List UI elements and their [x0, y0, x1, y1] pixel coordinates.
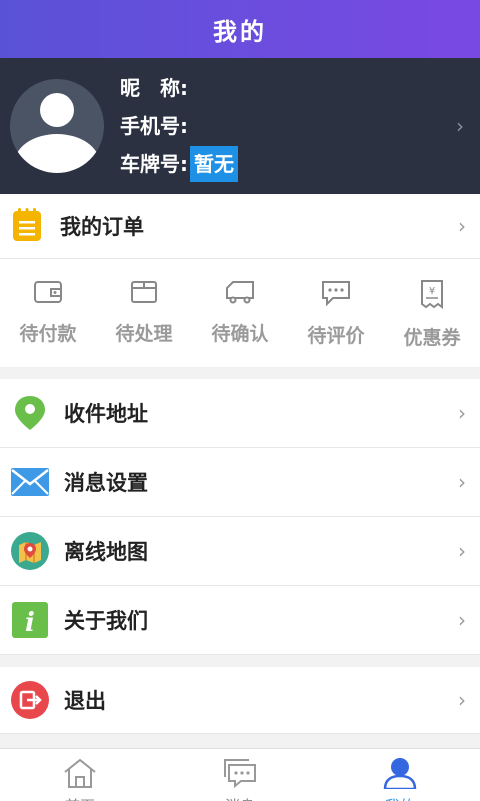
- svg-text:i: i: [25, 608, 35, 638]
- my-orders-row[interactable]: 我的订单 ›: [0, 194, 480, 259]
- location-pin-icon: [10, 393, 50, 433]
- exit-icon: [10, 680, 50, 720]
- page-title: 我的: [213, 17, 267, 46]
- clipboard-icon: [12, 208, 44, 244]
- app-header: 我的: [0, 0, 480, 58]
- status-label: 待处理: [115, 323, 173, 345]
- svg-text:¥: ¥: [429, 286, 435, 297]
- tab-messages[interactable]: 消息: [160, 749, 320, 801]
- status-review[interactable]: 待评价: [288, 259, 384, 367]
- avatar[interactable]: [10, 79, 104, 173]
- chevron-right-icon: ›: [458, 608, 466, 632]
- message-icon: [221, 757, 259, 793]
- status-processing[interactable]: 待处理: [96, 259, 192, 367]
- menu-label: 关于我们: [64, 609, 148, 633]
- truck-icon: [224, 279, 256, 309]
- plate-label: 车牌号:: [120, 152, 188, 176]
- plate-row: 车牌号: 暂无: [120, 145, 238, 183]
- chevron-right-icon: ›: [456, 114, 464, 138]
- home-icon: [62, 757, 98, 793]
- chevron-right-icon: ›: [458, 214, 466, 238]
- menu-item-message-settings[interactable]: 消息设置 ›: [0, 448, 480, 517]
- menu-item-about[interactable]: i 关于我们 ›: [0, 586, 480, 655]
- status-label: 待确认: [211, 323, 269, 345]
- menu-item-offline-map[interactable]: 离线地图 ›: [0, 517, 480, 586]
- profile-card[interactable]: 昵 称: 手机号: 车牌号: 暂无 ›: [0, 58, 480, 194]
- tab-mine[interactable]: 我的: [320, 749, 480, 801]
- status-label: 优惠券: [403, 327, 461, 349]
- status-label: 待评价: [307, 325, 365, 347]
- plate-value: 暂无: [190, 146, 238, 182]
- tab-home[interactable]: 首页: [0, 749, 160, 801]
- user-icon: [383, 757, 417, 793]
- logout-row[interactable]: 退出 ›: [0, 667, 480, 734]
- bottom-tab-bar: 首页 消息 我的: [0, 748, 480, 801]
- menu-label: 消息设置: [64, 471, 148, 495]
- map-icon: [10, 531, 50, 571]
- menu-item-address[interactable]: 收件地址 ›: [0, 379, 480, 448]
- tab-label: 我的: [385, 795, 415, 801]
- chevron-right-icon: ›: [458, 401, 466, 425]
- status-confirm[interactable]: 待确认: [192, 259, 288, 367]
- my-orders-label: 我的订单: [60, 215, 144, 239]
- info-icon: i: [10, 600, 50, 640]
- status-label: 待付款: [19, 323, 77, 345]
- phone-row: 手机号:: [120, 107, 238, 145]
- menu-label: 离线地图: [64, 540, 148, 564]
- status-pending-payment[interactable]: 待付款: [0, 259, 96, 367]
- coupon-icon: ¥: [419, 279, 445, 313]
- tab-label: 首页: [65, 795, 95, 801]
- tab-label: 消息: [225, 795, 255, 801]
- envelope-icon: [10, 462, 50, 502]
- nickname-label: 昵 称:: [120, 76, 188, 100]
- status-coupon[interactable]: ¥ 优惠券: [384, 259, 480, 367]
- chevron-right-icon: ›: [458, 470, 466, 494]
- logout-label: 退出: [64, 689, 106, 713]
- menu-label: 收件地址: [64, 402, 148, 426]
- order-status-row: 待付款 待处理 待确认 待评价 ¥ 优惠券: [0, 259, 480, 367]
- chevron-right-icon: ›: [458, 539, 466, 563]
- chevron-right-icon: ›: [458, 688, 466, 712]
- box-icon: [129, 279, 159, 309]
- phone-label: 手机号:: [120, 114, 188, 138]
- nickname-row: 昵 称:: [120, 69, 238, 107]
- wallet-icon: [33, 279, 63, 309]
- chat-icon: [321, 279, 351, 311]
